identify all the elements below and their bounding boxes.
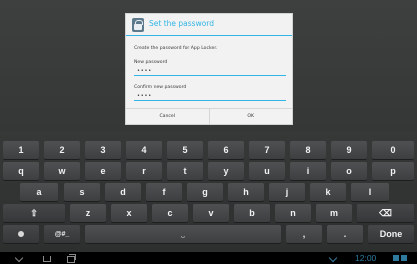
dialog-button-bar: Cancel OK xyxy=(126,108,292,124)
key-k[interactable]: k xyxy=(310,183,346,201)
home-icon[interactable] xyxy=(42,254,51,262)
system-navigation-bar: 12:00 xyxy=(0,252,417,264)
key-j[interactable]: j xyxy=(269,183,305,201)
key-x[interactable]: x xyxy=(111,204,147,222)
status-icons xyxy=(393,255,415,261)
soft-keyboard: 1 2 3 4 5 6 7 8 9 0 q w e r t y u i o p … xyxy=(0,131,417,252)
key-l[interactable]: l xyxy=(351,183,389,201)
dialog-header: Set the password xyxy=(126,14,292,36)
key-c[interactable]: c xyxy=(152,204,188,222)
new-password-label: New password xyxy=(134,60,168,65)
key-s[interactable]: s xyxy=(64,183,100,201)
key-2[interactable]: 2 xyxy=(44,141,80,159)
key-9[interactable]: 9 xyxy=(331,141,367,159)
period-key[interactable]: . xyxy=(327,225,363,243)
key-p[interactable]: p xyxy=(372,162,414,180)
done-key[interactable]: Done xyxy=(368,225,414,243)
key-d[interactable]: d xyxy=(105,183,141,201)
shift-icon: ⇧ xyxy=(30,207,38,218)
back-icon[interactable] xyxy=(15,254,25,262)
lock-app-icon xyxy=(132,18,144,32)
key-8[interactable]: 8 xyxy=(290,141,326,159)
settings-icon xyxy=(18,231,24,237)
key-q[interactable]: q xyxy=(3,162,39,180)
key-v[interactable]: v xyxy=(193,204,229,222)
key-n[interactable]: n xyxy=(275,204,311,222)
key-z[interactable]: z xyxy=(70,204,106,222)
status-clock: 12:00 xyxy=(355,253,377,263)
confirm-password-label: Confirm new password xyxy=(134,85,187,90)
key-1[interactable]: 1 xyxy=(3,141,39,159)
battery-icon xyxy=(401,255,407,261)
confirm-password-field[interactable]: •••• xyxy=(134,93,286,101)
key-u[interactable]: u xyxy=(249,162,285,180)
key-f[interactable]: f xyxy=(146,183,182,201)
set-password-dialog: Set the password Create the password for… xyxy=(125,13,293,125)
key-a[interactable]: a xyxy=(20,183,58,201)
space-key[interactable]: ⎵ xyxy=(85,225,281,243)
key-4[interactable]: 4 xyxy=(126,141,162,159)
dialog-title: Set the password xyxy=(149,19,214,28)
hide-keyboard-icon[interactable] xyxy=(328,253,338,263)
key-o[interactable]: o xyxy=(331,162,367,180)
dialog-message: Create the password for App Locker. xyxy=(134,46,218,51)
key-6[interactable]: 6 xyxy=(208,141,244,159)
key-w[interactable]: w xyxy=(44,162,80,180)
cancel-button[interactable]: Cancel xyxy=(126,109,209,124)
symbols-key[interactable]: @#_ xyxy=(44,225,80,243)
key-0[interactable]: 0 xyxy=(372,141,414,159)
delete-key[interactable]: ⌫ xyxy=(357,204,414,222)
spacebar-icon: ⎵ xyxy=(181,229,185,238)
key-e[interactable]: e xyxy=(85,162,121,180)
key-b[interactable]: b xyxy=(234,204,270,222)
key-y[interactable]: y xyxy=(208,162,244,180)
new-password-field[interactable]: •••• xyxy=(134,68,286,76)
ok-button[interactable]: OK xyxy=(208,109,293,124)
key-r[interactable]: r xyxy=(126,162,162,180)
recent-apps-icon[interactable] xyxy=(66,254,76,263)
key-5[interactable]: 5 xyxy=(167,141,203,159)
key-i[interactable]: i xyxy=(290,162,326,180)
key-7[interactable]: 7 xyxy=(249,141,285,159)
wifi-icon xyxy=(393,255,399,261)
comma-key[interactable]: , xyxy=(286,225,322,243)
key-g[interactable]: g xyxy=(187,183,223,201)
shift-key[interactable]: ⇧ xyxy=(3,204,65,222)
key-m[interactable]: m xyxy=(316,204,352,222)
settings-key[interactable] xyxy=(3,225,39,243)
key-t[interactable]: t xyxy=(167,162,203,180)
key-h[interactable]: h xyxy=(228,183,264,201)
backspace-icon: ⌫ xyxy=(379,207,392,218)
key-3[interactable]: 3 xyxy=(85,141,121,159)
